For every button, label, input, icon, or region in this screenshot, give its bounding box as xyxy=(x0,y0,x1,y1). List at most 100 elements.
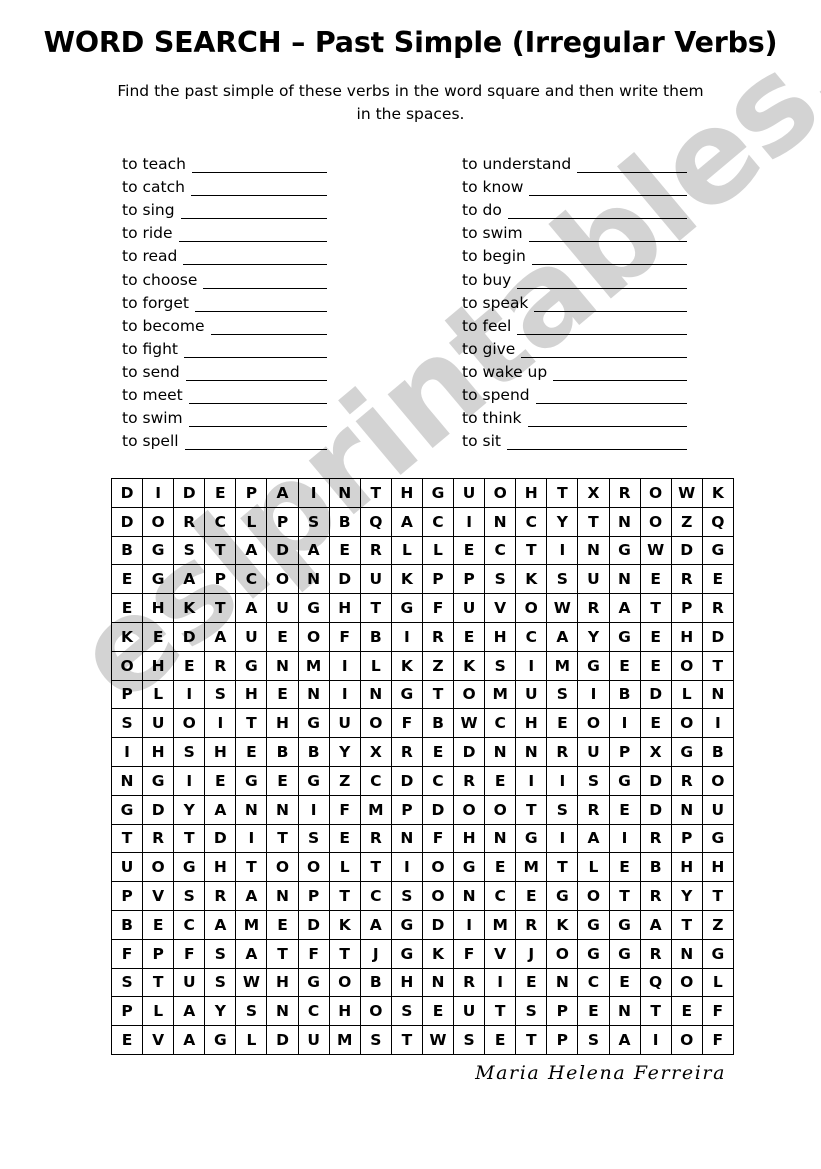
grid-cell[interactable]: B xyxy=(266,737,299,767)
grid-cell[interactable]: M xyxy=(359,794,392,825)
grid-cell[interactable]: D xyxy=(110,478,144,508)
grid-cell[interactable]: H xyxy=(204,737,237,767)
grid-cell[interactable]: P xyxy=(670,823,703,854)
grid-cell[interactable]: D xyxy=(421,794,455,825)
grid-cell[interactable]: H xyxy=(390,967,423,998)
grid-cell[interactable]: N xyxy=(359,679,392,710)
grid-cell[interactable]: T xyxy=(515,535,548,566)
grid-cell[interactable]: N xyxy=(608,506,641,537)
verb-answer-blank[interactable] xyxy=(203,273,327,289)
grid-cell[interactable]: F xyxy=(701,1025,734,1055)
grid-cell[interactable]: H xyxy=(701,852,734,883)
grid-cell[interactable]: I xyxy=(173,765,206,796)
grid-cell[interactable]: H xyxy=(515,478,548,508)
grid-cell[interactable]: G xyxy=(390,938,423,969)
grid-cell[interactable]: E xyxy=(328,823,361,854)
grid-cell[interactable]: D xyxy=(670,535,703,566)
grid-cell[interactable]: E xyxy=(639,650,672,681)
grid-cell[interactable]: L xyxy=(421,535,455,566)
grid-cell[interactable]: U xyxy=(577,564,610,595)
verb-answer-blank[interactable] xyxy=(210,319,327,335)
grid-cell[interactable]: U xyxy=(453,996,486,1027)
grid-cell[interactable]: B xyxy=(110,535,144,566)
grid-cell[interactable]: H xyxy=(204,852,237,883)
grid-cell[interactable]: N xyxy=(546,967,579,998)
grid-cell[interactable]: G xyxy=(297,765,330,796)
grid-cell[interactable]: D xyxy=(266,1025,299,1055)
grid-cell[interactable]: F xyxy=(110,938,144,969)
grid-cell[interactable]: N xyxy=(266,794,299,825)
grid-cell[interactable]: N xyxy=(577,535,610,566)
grid-cell[interactable]: A xyxy=(204,794,237,825)
verb-answer-blank[interactable] xyxy=(529,180,687,197)
grid-cell[interactable]: E xyxy=(484,852,517,883)
grid-cell[interactable]: N xyxy=(297,679,330,710)
verb-answer-blank[interactable] xyxy=(531,249,687,266)
grid-cell[interactable]: P xyxy=(204,564,237,595)
grid-cell[interactable]: T xyxy=(266,823,299,854)
grid-cell[interactable]: A xyxy=(608,1025,641,1055)
grid-cell[interactable]: T xyxy=(515,794,548,825)
grid-cell[interactable]: F xyxy=(328,621,361,652)
grid-cell[interactable]: G xyxy=(515,823,548,854)
grid-cell[interactable]: S xyxy=(110,967,144,998)
grid-cell[interactable]: O xyxy=(142,852,175,883)
grid-cell[interactable]: C xyxy=(297,996,330,1027)
grid-cell[interactable]: T xyxy=(110,823,144,854)
grid-cell[interactable]: X xyxy=(577,478,610,508)
grid-cell[interactable]: O xyxy=(173,708,206,739)
grid-cell[interactable]: G xyxy=(235,650,268,681)
grid-cell[interactable]: A xyxy=(266,478,299,508)
grid-cell[interactable]: A xyxy=(359,909,392,940)
grid-cell[interactable]: G xyxy=(701,535,734,566)
grid-cell[interactable]: F xyxy=(328,794,361,825)
grid-cell[interactable]: E xyxy=(235,737,268,767)
grid-cell[interactable]: G xyxy=(173,852,206,883)
grid-cell[interactable]: A xyxy=(577,823,610,854)
grid-cell[interactable]: T xyxy=(639,996,672,1027)
grid-cell[interactable]: E xyxy=(421,996,455,1027)
grid-cell[interactable]: R xyxy=(204,881,237,911)
grid-cell[interactable]: D xyxy=(639,794,672,825)
grid-cell[interactable]: T xyxy=(546,478,579,508)
grid-cell[interactable]: N xyxy=(608,564,641,595)
grid-cell[interactable]: G xyxy=(390,909,423,940)
grid-cell[interactable]: A xyxy=(639,909,672,940)
grid-cell[interactable]: F xyxy=(173,938,206,969)
grid-cell[interactable]: D xyxy=(173,478,206,508)
grid-cell[interactable]: P xyxy=(670,593,703,623)
grid-cell[interactable]: O xyxy=(142,506,175,537)
grid-cell[interactable]: R xyxy=(515,909,548,940)
grid-cell[interactable]: B xyxy=(639,852,672,883)
grid-cell[interactable]: L xyxy=(359,650,392,681)
grid-cell[interactable]: P xyxy=(421,564,455,595)
grid-cell[interactable]: C xyxy=(484,708,517,739)
grid-cell[interactable]: K xyxy=(390,564,423,595)
grid-cell[interactable]: T xyxy=(328,938,361,969)
grid-cell[interactable]: N xyxy=(390,823,423,854)
grid-cell[interactable]: O xyxy=(670,708,703,739)
grid-cell[interactable]: Y xyxy=(577,621,610,652)
grid-cell[interactable]: D xyxy=(328,564,361,595)
grid-cell[interactable]: R xyxy=(608,478,641,508)
grid-cell[interactable]: C xyxy=(421,765,455,796)
grid-cell[interactable]: L xyxy=(701,967,734,998)
grid-cell[interactable]: R xyxy=(142,823,175,854)
grid-cell[interactable]: R xyxy=(421,621,455,652)
grid-cell[interactable]: S xyxy=(546,564,579,595)
verb-answer-blank[interactable] xyxy=(528,226,687,243)
grid-cell[interactable]: Z xyxy=(421,650,455,681)
grid-cell[interactable]: U xyxy=(453,593,486,623)
grid-cell[interactable]: O xyxy=(639,506,672,537)
grid-cell[interactable]: I xyxy=(546,535,579,566)
grid-cell[interactable]: A xyxy=(546,621,579,652)
grid-cell[interactable]: A xyxy=(173,1025,206,1055)
grid-cell[interactable]: G xyxy=(297,967,330,998)
grid-cell[interactable]: A xyxy=(173,996,206,1027)
grid-cell[interactable]: E xyxy=(701,564,734,595)
grid-cell[interactable]: K xyxy=(328,909,361,940)
grid-cell[interactable]: E xyxy=(577,996,610,1027)
grid-cell[interactable]: D xyxy=(453,737,486,767)
grid-cell[interactable]: O xyxy=(546,938,579,969)
grid-cell[interactable]: G xyxy=(701,823,734,854)
